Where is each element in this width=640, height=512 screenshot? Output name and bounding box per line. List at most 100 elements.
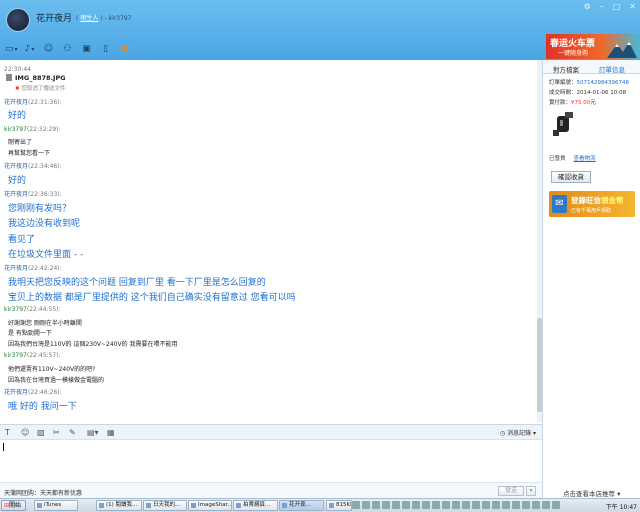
- tray-icon[interactable]: [482, 501, 490, 509]
- stranger-link[interactable]: 陌生人: [80, 15, 98, 22]
- message-text: 因為我們台灣是110V的 這個230V~240V的 我需要在喂不能用: [8, 341, 178, 348]
- taskbar-clock[interactable]: 下午 10:47: [606, 502, 637, 511]
- clock-icon: ◷: [499, 430, 508, 437]
- windows-taskbar: ⊞開始 iTunes (1) 閱讀我... 日天我的... ImageShar.…: [0, 498, 640, 512]
- tray-icon[interactable]: [542, 501, 550, 509]
- shop-recommend-link[interactable]: 点击查看本店推荐: [563, 488, 620, 498]
- confirm-receipt-button[interactable]: 確認收貨: [551, 171, 591, 183]
- order-number-row: 訂單編號：507142984396748: [549, 80, 630, 86]
- tab-profile[interactable]: 對方檔案: [553, 64, 579, 74]
- taskbar-item[interactable]: (1) 閱讀我...: [96, 500, 142, 511]
- tablet-icon[interactable]: ▯: [100, 44, 111, 54]
- message-text: 剛寄出了: [8, 139, 33, 146]
- taskbar-item[interactable]: 815KMYLY: [326, 500, 352, 511]
- coin-promo-banner[interactable]: ✉ 登錄旺信領金幣 已有千萬用戶領取: [549, 191, 635, 217]
- send-options-button[interactable]: ▾: [526, 486, 536, 496]
- file-status: 您取消了傳送文件: [15, 84, 65, 92]
- tray-icon[interactable]: [422, 501, 430, 509]
- calendar-icon[interactable]: ▦: [107, 428, 115, 437]
- logistics-link[interactable]: 查看物流: [574, 156, 596, 162]
- input-toolbar: T ☺ ▨ ✂ ✎ ▤▾ ▦ ◷ 消息記錄: [0, 424, 542, 440]
- contact-name: 花开夜月: [36, 14, 73, 24]
- grid-icon[interactable]: ▤▾: [87, 428, 99, 437]
- folder-icon[interactable]: ▭: [5, 44, 16, 54]
- message-text: 看见了: [8, 235, 36, 245]
- window-controls: ⚙ – □ ✕: [584, 2, 636, 11]
- tray-icon[interactable]: [432, 501, 440, 509]
- message-text: 好的: [8, 176, 27, 186]
- tray-icon[interactable]: [512, 501, 520, 509]
- start-button[interactable]: ⊞開始: [1, 500, 26, 511]
- message-input[interactable]: [0, 440, 542, 482]
- train-ticket-banner[interactable]: 春运火车票 一键随身购: [546, 34, 640, 59]
- tray-icon[interactable]: [472, 501, 480, 509]
- message-text: 好的: [8, 111, 27, 121]
- message-text: 在垃圾文件里面 - -: [8, 250, 84, 260]
- tray-icon[interactable]: [442, 501, 450, 509]
- screen-icon[interactable]: ▣: [81, 44, 92, 54]
- emoticon-icon[interactable]: ☺: [21, 428, 29, 437]
- shipping-status: 已發貨 查看物流: [549, 156, 596, 162]
- message-text: 是 有點勁開一下: [8, 330, 52, 337]
- contact-avatar[interactable]: [6, 8, 30, 32]
- tray-icon[interactable]: [362, 501, 370, 509]
- message-text: 您刚刚有发吗？: [8, 204, 72, 214]
- font-icon[interactable]: T: [5, 428, 10, 437]
- order-panel: 對方檔案 訂單信息 訂單編號：507142984396748 成交時間：2014…: [542, 60, 640, 498]
- taskbar-item[interactable]: iTunes: [34, 500, 78, 511]
- message-text: 再幫幫您看一下: [8, 150, 51, 157]
- panel-tabs: 對方檔案 訂單信息: [543, 60, 640, 74]
- tray-icon[interactable]: [382, 501, 390, 509]
- tray-icon[interactable]: [522, 501, 530, 509]
- screenshot-icon[interactable]: ✂: [53, 428, 60, 437]
- tray-icon[interactable]: [452, 501, 460, 509]
- tray-icon[interactable]: [552, 501, 560, 509]
- close-icon[interactable]: ✕: [629, 2, 636, 11]
- chat-window-header: 花开夜月 (陌生人) - kir3797 ⚙ – □ ✕ ▭ ♪ ☺ ⚇ ▣ ▯…: [0, 0, 640, 60]
- tray-icon[interactable]: [402, 501, 410, 509]
- emoticon-icon[interactable]: ☺: [43, 44, 54, 54]
- tray-icon[interactable]: [392, 501, 400, 509]
- message-history-button[interactable]: ◷ 消息記錄: [500, 428, 536, 437]
- message-header: 花开夜月(22:34:46):: [4, 163, 62, 170]
- message-text: 好謝謝您 剛剛在半小時離開: [8, 320, 82, 327]
- message-text: 他們還賣有110V~240V的的吧?: [8, 366, 96, 373]
- settings-icon[interactable]: ⚙: [584, 2, 591, 11]
- image-icon[interactable]: ▨: [37, 428, 45, 437]
- message-list[interactable]: 22:30:44 IMG_8878.JPG 您取消了傳送文件 花开夜月(22:3…: [0, 60, 542, 422]
- text-caret: [3, 443, 4, 451]
- system-tray: [352, 501, 560, 509]
- taskbar-item[interactable]: ImageShar...: [188, 500, 232, 511]
- taskbar-item[interactable]: 拍賣網頁...: [233, 500, 278, 511]
- promo-notice[interactable]: 天蒲网团购：天天都有新优惠: [4, 488, 82, 497]
- tray-icon[interactable]: [462, 501, 470, 509]
- minimize-icon[interactable]: –: [600, 2, 604, 11]
- mountain-icon: [607, 42, 637, 58]
- message-header: 花开夜月(22:46:26):: [4, 389, 62, 396]
- file-name[interactable]: IMG_8878.JPG: [15, 74, 66, 82]
- tray-icon[interactable]: [352, 501, 360, 509]
- tray-icon[interactable]: [372, 501, 380, 509]
- users-icon[interactable]: ⚇: [62, 44, 73, 54]
- edit-icon[interactable]: ✎: [69, 428, 76, 437]
- taskbar-item-active[interactable]: 花开夜...: [279, 500, 324, 511]
- product-image[interactable]: [551, 110, 577, 140]
- contact-subtitle: (陌生人) - kir3797: [76, 15, 132, 22]
- tray-icon[interactable]: [532, 501, 540, 509]
- microphone-icon[interactable]: ♪: [24, 44, 35, 54]
- tray-icon[interactable]: [412, 501, 420, 509]
- gift-icon[interactable]: ▦: [119, 44, 130, 54]
- file-time: 22:30:44: [4, 66, 31, 73]
- phone-icon: ✉: [552, 195, 567, 213]
- tray-icon[interactable]: [502, 501, 510, 509]
- chat-toolbar: ▭ ♪ ☺ ⚇ ▣ ▯ ▦: [5, 44, 130, 54]
- bottom-bar: 天蒲网团购：天天都有新优惠 發送 ▾: [0, 482, 542, 498]
- taskbar-item[interactable]: 日天我的...: [143, 500, 187, 511]
- message-text: 我这边没有收到呢: [8, 219, 81, 229]
- tray-icon[interactable]: [492, 501, 500, 509]
- maximize-icon[interactable]: □: [613, 2, 621, 11]
- tab-order-info[interactable]: 訂單信息: [599, 64, 625, 74]
- send-button[interactable]: 發送: [498, 486, 524, 496]
- deal-time-row: 成交時間：2014-01-06 10:08: [549, 90, 627, 96]
- message-header: kir3797(22:32:29):: [4, 126, 61, 133]
